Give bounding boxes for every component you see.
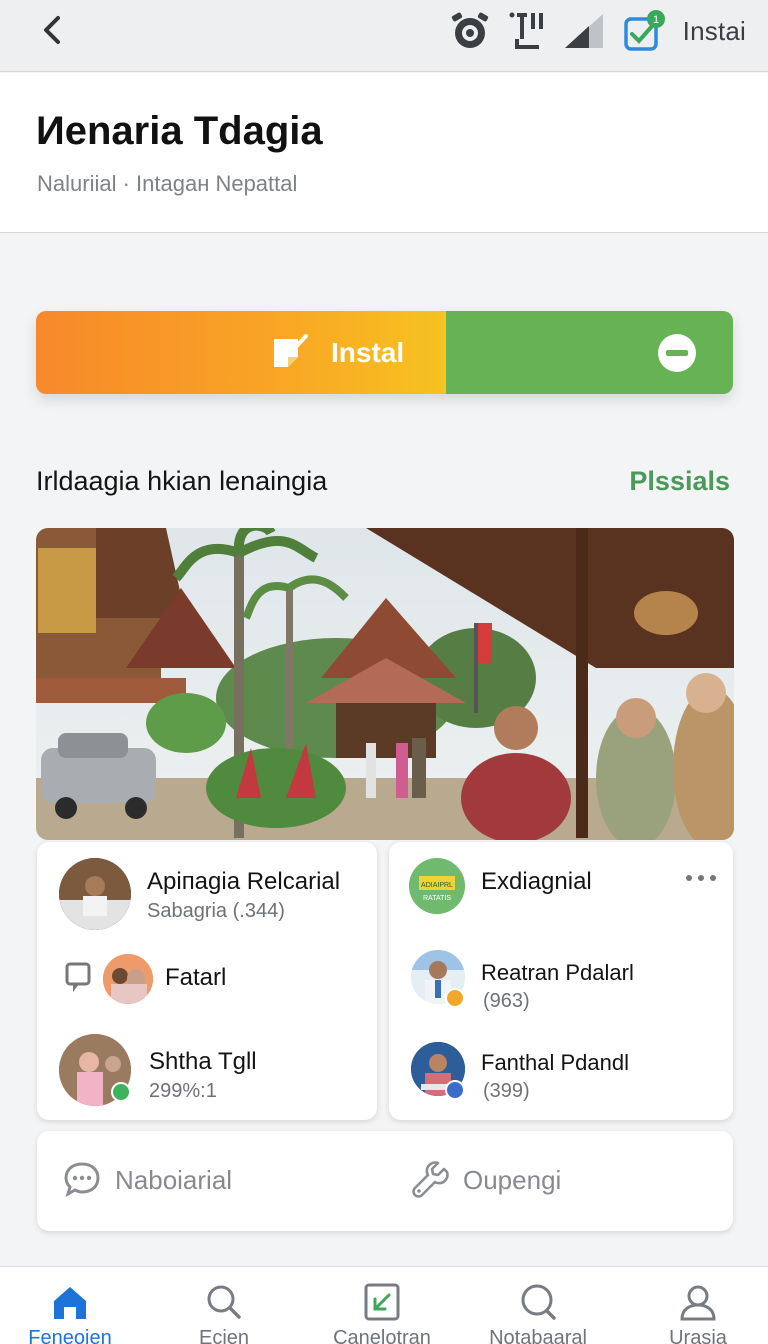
contact-meta: (963) bbox=[483, 990, 530, 1012]
contacts-card-left: Apiпagia Relcarial Sabagria (.344) Fatar… bbox=[37, 842, 377, 1120]
contact-meta: Sabagria (.344) bbox=[147, 900, 285, 922]
nav-label: Notabaaral bbox=[489, 1327, 587, 1344]
nav-label: Canelotran bbox=[333, 1327, 431, 1344]
avatar[interactable] bbox=[59, 858, 131, 930]
status-badge bbox=[445, 988, 465, 1008]
install-label: Instal bbox=[331, 337, 405, 368]
avatar[interactable] bbox=[103, 954, 153, 1004]
home-icon bbox=[54, 1287, 86, 1319]
nav-label: Urasia bbox=[669, 1327, 727, 1344]
contact-name[interactable]: Apiпagia Relcarial bbox=[147, 868, 340, 896]
minus-circle-icon[interactable] bbox=[657, 333, 697, 373]
search-icon bbox=[521, 1284, 556, 1320]
group-title[interactable]: Exdiagnial bbox=[481, 868, 592, 896]
nav-label: Feneoien bbox=[28, 1327, 112, 1344]
bottom-navigation: Feneoien Ecien Canelotran Notabaaral Ura… bbox=[0, 1266, 768, 1344]
contact-name[interactable]: Reatran Pdalarl bbox=[481, 960, 634, 986]
message-action-label: Naboiarial bbox=[115, 1164, 233, 1195]
checklist-notification-icon: 1 bbox=[623, 10, 665, 51]
svg-text:1: 1 bbox=[653, 14, 659, 26]
settings-action[interactable]: Oupengi bbox=[411, 1161, 561, 1199]
nav-item-profile[interactable]: Urasia bbox=[638, 1283, 758, 1344]
contact-name[interactable]: Fanthal Pdandl bbox=[481, 1050, 629, 1076]
contact-meta: (399) bbox=[483, 1080, 530, 1102]
back-arrow-icon[interactable] bbox=[34, 10, 74, 50]
settings-action-label: Oupengi bbox=[463, 1164, 562, 1195]
user-icon bbox=[680, 1285, 716, 1321]
more-options-icon[interactable] bbox=[685, 872, 717, 884]
contact-name[interactable]: Fatarl bbox=[165, 964, 226, 992]
verified-badge bbox=[445, 1080, 465, 1100]
hero-photo[interactable] bbox=[36, 528, 734, 840]
page-title: Иenaria Tdagia bbox=[36, 109, 323, 153]
contact-meta: 299%:1 bbox=[149, 1080, 217, 1102]
status-install-text: Instai bbox=[682, 15, 746, 46]
install-button[interactable]: Instal bbox=[36, 311, 733, 394]
network-type-icon bbox=[509, 12, 543, 49]
page-subtitle: Naluriial · Intagaн Nepattal bbox=[37, 171, 298, 196]
contact-name[interactable]: Shtha Tgll bbox=[149, 1048, 257, 1076]
arrow-box-icon bbox=[364, 1283, 400, 1321]
actions-bar: Naboiarial Oupengi bbox=[37, 1131, 733, 1231]
section-link[interactable]: Plssials bbox=[629, 466, 730, 497]
page-header: Иenaria Tdagia Naluriial · Intagaн Nepat… bbox=[0, 73, 768, 233]
nav-label: Ecien bbox=[198, 1327, 250, 1344]
online-badge bbox=[111, 1082, 131, 1102]
alarm-icon bbox=[451, 12, 488, 48]
brand-logo[interactable]: ADIAIPRL RATATIS bbox=[409, 858, 465, 914]
message-action[interactable]: Naboiarial bbox=[63, 1161, 232, 1199]
status-bar: 1 Instai bbox=[0, 0, 768, 72]
chat-square-icon[interactable] bbox=[65, 962, 93, 994]
logo-text-bottom: RATATIS bbox=[423, 895, 451, 902]
section-title: Irldaagia hkian lenaingia bbox=[36, 466, 328, 496]
install-cancel-area[interactable] bbox=[446, 311, 733, 394]
nav-item-home[interactable]: Feneoien bbox=[10, 1283, 130, 1344]
nav-item-notifications[interactable]: Notabaaral bbox=[478, 1283, 598, 1344]
note-edit-icon bbox=[274, 334, 308, 367]
signal-strength-icon bbox=[564, 14, 603, 48]
nav-item-search[interactable]: Ecien bbox=[164, 1283, 284, 1344]
logo-text-top: ADIAIPRL bbox=[421, 882, 453, 889]
contacts-card-right: ADIAIPRL RATATIS Exdiagnial Reatran Pdal… bbox=[389, 842, 733, 1120]
search-icon bbox=[207, 1285, 241, 1319]
install-button-main[interactable]: Instal bbox=[36, 311, 446, 394]
nav-item-collections[interactable]: Canelotran bbox=[322, 1283, 442, 1344]
wrench-icon bbox=[412, 1161, 449, 1198]
chat-bubble-icon bbox=[64, 1162, 100, 1198]
